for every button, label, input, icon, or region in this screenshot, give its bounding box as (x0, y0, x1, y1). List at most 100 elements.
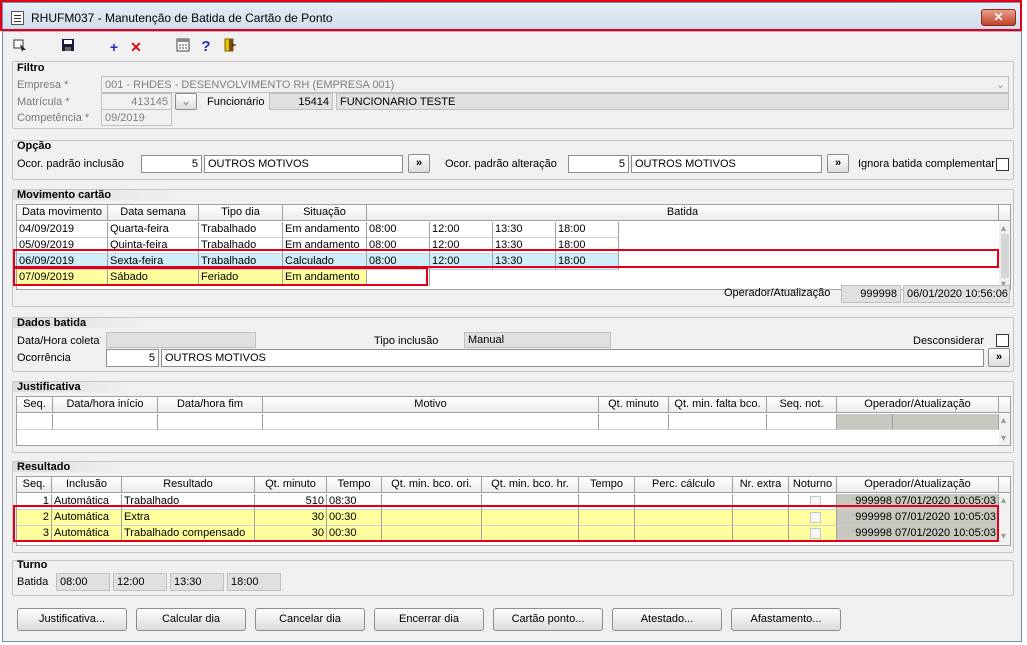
cell-qt-minuto: 510 (255, 494, 327, 510)
col-operador[interactable]: Operador/Atualização (837, 397, 999, 413)
scroll-thumb[interactable] (1001, 234, 1009, 278)
scroll-up-icon[interactable] (1001, 414, 1006, 426)
turno-batida-4: 18:00 (227, 573, 281, 591)
justificativa-button[interactable]: Justificativa... (17, 608, 127, 631)
coleta-label: Data/Hora coleta (17, 335, 100, 347)
operador-date: 06/01/2020 10:56:06 (903, 285, 1010, 303)
col-data-movimento[interactable]: Data movimento (17, 205, 108, 221)
inclusao-desc-field: OUTROS MOTIVOS (204, 155, 403, 173)
save-icon[interactable] (59, 38, 77, 56)
cell-batida: 12:00 (430, 254, 493, 270)
funcionario-label: Funcionário (207, 96, 265, 108)
col-seq[interactable]: Seq. (17, 477, 52, 493)
cell-empty (53, 414, 158, 430)
atestado-button[interactable]: Atestado... (612, 608, 722, 631)
empresa-select[interactable]: 001 - RHDES - DESENVOLVIMENTO RH (EMPRES… (101, 76, 1009, 93)
matricula-field[interactable]: 413145 (101, 93, 172, 110)
cartao-ponto-button[interactable]: Cartão ponto... (493, 608, 603, 631)
col-inclusao[interactable]: Inclusão (52, 477, 122, 493)
col-motivo[interactable]: Motivo (263, 397, 599, 413)
col-perc-calculo[interactable]: Perc. cálculo (635, 477, 733, 493)
cell-noturno (789, 494, 837, 510)
select-icon[interactable] (11, 38, 29, 56)
help-icon[interactable]: ? (197, 38, 215, 56)
col-tipo-dia[interactable]: Tipo dia (199, 205, 283, 221)
col-seq-not[interactable]: Seq. not. (767, 397, 837, 413)
ignora-checkbox[interactable] (996, 158, 1009, 171)
col-data-semana[interactable]: Data semana (108, 205, 199, 221)
col-seq[interactable]: Seq. (17, 397, 53, 413)
alteracao-code-field[interactable]: 5 (568, 155, 629, 173)
document-icon (11, 11, 24, 25)
col-bco-ori[interactable]: Qt. min. bco. ori. (382, 477, 482, 493)
delete-icon[interactable]: ✕ (127, 38, 145, 56)
table-row[interactable]: 1 Automática Trabalhado 510 08:30 999998… (17, 494, 999, 510)
scroll-up-icon[interactable] (1001, 222, 1006, 234)
cell-tipo: Feriado (199, 270, 283, 286)
calcular-dia-button[interactable]: Calcular dia (136, 608, 246, 631)
col-operador[interactable]: Operador/Atualização (837, 477, 999, 493)
noturno-checkbox[interactable] (810, 496, 821, 507)
table-row[interactable]: 3 Automática Trabalhado compensado 30 00… (17, 526, 999, 542)
cell-empty (158, 414, 263, 430)
ignora-label: Ignora batida complementar (858, 158, 995, 170)
table-row[interactable]: 04/09/2019 Quarta-feira Trabalhado Em an… (17, 222, 1010, 238)
add-icon[interactable]: + (105, 38, 123, 56)
inclusao-code-field[interactable]: 5 (141, 155, 202, 173)
col-noturno[interactable]: Noturno (789, 477, 837, 493)
exit-icon[interactable] (221, 38, 239, 56)
cell-empty (837, 414, 893, 430)
encerrar-dia-button[interactable]: Encerrar dia (374, 608, 484, 631)
table-row[interactable]: 05/09/2019 Quinta-feira Trabalhado Em an… (17, 238, 1010, 254)
movimento-scrollbar[interactable] (999, 222, 1010, 289)
chevron-down-icon: ⌄ (181, 96, 191, 108)
resultado-scrollbar[interactable] (999, 494, 1010, 545)
afastamento-button[interactable]: Afastamento... (731, 608, 841, 631)
scroll-down-icon[interactable] (1001, 530, 1006, 542)
col-bco-hr[interactable]: Qt. min. bco. hr. (482, 477, 579, 493)
justificativa-scrollbar[interactable] (999, 414, 1010, 445)
ocorrencia-code-field[interactable]: 5 (106, 349, 159, 367)
desconsiderar-checkbox[interactable] (996, 334, 1009, 347)
operador-label: Operador/Atualização (724, 287, 831, 299)
scroll-up-icon[interactable] (1001, 494, 1006, 506)
window-title: RHUFM037 - Manutenção de Batida de Cartã… (31, 11, 333, 25)
col-resultado[interactable]: Resultado (122, 477, 255, 493)
cell-empty (579, 526, 635, 542)
matricula-lookup-button[interactable]: ⌄ (175, 93, 197, 110)
col-qt-falta-bco[interactable]: Qt. min. falta bco. (669, 397, 767, 413)
col-qt-minuto[interactable]: Qt. minuto (599, 397, 669, 413)
col-nr-extra[interactable]: Nr. extra (733, 477, 789, 493)
cell-empty (669, 414, 767, 430)
scroll-down-icon[interactable] (1001, 432, 1006, 444)
cell-empty (382, 510, 482, 526)
cell-empty (599, 414, 669, 430)
col-tempo[interactable]: Tempo (327, 477, 382, 493)
col-data-fim[interactable]: Data/hora fim (158, 397, 263, 413)
cell-empty (635, 526, 733, 542)
noturno-checkbox[interactable] (810, 528, 821, 539)
table-row[interactable]: 07/09/2019 Sábado Feriado Em andamento (17, 270, 432, 286)
noturno-checkbox[interactable] (810, 512, 821, 523)
cancelar-dia-button[interactable]: Cancelar dia (255, 608, 365, 631)
col-data-inicio[interactable]: Data/hora início (53, 397, 158, 413)
alteracao-lookup-button[interactable]: » (827, 154, 849, 173)
col-qt-minuto[interactable]: Qt. minuto (255, 477, 327, 493)
calculator-icon[interactable] (174, 38, 192, 56)
col-tempo-2[interactable]: Tempo (579, 477, 635, 493)
table-row[interactable]: 2 Automática Extra 30 00:30 999998 07/01… (17, 510, 999, 526)
ocorrencia-lookup-button[interactable]: » (988, 348, 1010, 367)
table-row-empty[interactable] (17, 414, 999, 430)
turno-title: Turno (17, 559, 48, 571)
justificativa-grid-header: Seq. Data/hora início Data/hora fim Moti… (17, 397, 1010, 413)
col-situacao[interactable]: Situação (283, 205, 367, 221)
resultado-grid-header: Seq. Inclusão Resultado Qt. minuto Tempo… (17, 477, 1010, 493)
table-row-selected[interactable]: 06/09/2019 Sexta-feira Trabalhado Calcul… (17, 254, 1010, 270)
close-button[interactable]: ✕ (981, 9, 1016, 26)
inclusao-lookup-button[interactable]: » (408, 154, 430, 173)
cell-empty (263, 414, 599, 430)
cell-seq: 3 (17, 526, 52, 542)
competencia-field[interactable]: 09/2019 (101, 109, 172, 126)
col-batida[interactable]: Batida (367, 205, 999, 221)
cell-qt-minuto: 30 (255, 510, 327, 526)
